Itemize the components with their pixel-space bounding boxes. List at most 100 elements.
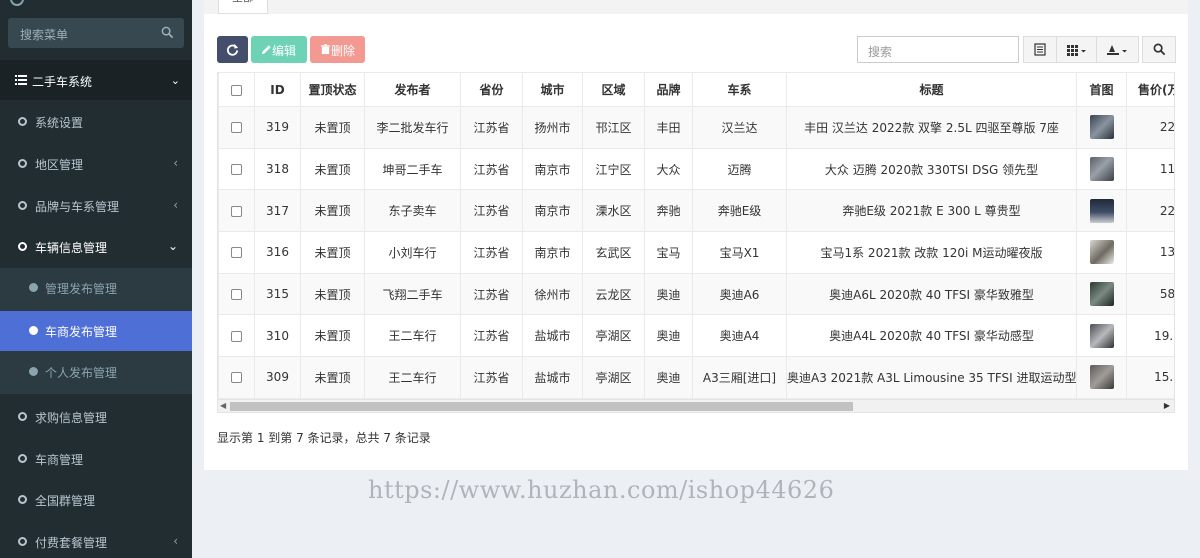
sidebar: 搜索菜单 二手车系统 ⌄ 系统设置 地区管理 ‹ 品牌与车系管理 ‹ 车辆信息管… bbox=[0, 0, 192, 558]
sidebar-subitem-personal-publish[interactable]: 个人发布管理 bbox=[0, 352, 192, 392]
table-row[interactable]: 318 未置顶 坤哥二手车 江苏省 南京市 江宁区 大众 迈腾 大众 迈腾 20… bbox=[218, 147, 1174, 191]
table-search-placeholder: 搜索 bbox=[868, 45, 893, 59]
search-icon[interactable] bbox=[161, 26, 174, 39]
cell-price: 11 bbox=[1126, 147, 1174, 191]
sidebar-item-system-settings[interactable]: 系统设置 bbox=[0, 101, 192, 142]
scroll-right-icon[interactable]: ▶ bbox=[1164, 401, 1170, 410]
scroll-left-icon[interactable]: ◀ bbox=[220, 401, 226, 410]
toggle-view-button[interactable] bbox=[1023, 36, 1057, 63]
cell-area: 亭湖区 bbox=[582, 314, 645, 358]
column-header[interactable]: 售价(万元) bbox=[1126, 72, 1174, 107]
sidebar-subitem-dealer-publish[interactable]: 车商发布管理 bbox=[0, 311, 192, 351]
sidebar-item-group[interactable]: 全国群管理 bbox=[0, 479, 192, 520]
column-header[interactable]: 标题 bbox=[786, 72, 1077, 107]
row-select-cell[interactable] bbox=[218, 147, 255, 191]
row-checkbox[interactable] bbox=[231, 122, 242, 134]
cell-thumb[interactable] bbox=[1076, 356, 1127, 399]
pencil-icon bbox=[261, 45, 271, 55]
car-thumbnail[interactable] bbox=[1089, 115, 1114, 140]
sidebar-subitem-admin-publish[interactable]: 管理发布管理 bbox=[0, 268, 192, 308]
cell-id: 318 bbox=[254, 147, 301, 191]
sidebar-item-label: 车辆信息管理 bbox=[35, 241, 108, 255]
table-search-input[interactable]: 搜索 bbox=[857, 36, 1019, 63]
cell-price: 13 bbox=[1126, 231, 1174, 274]
cell-id: 309 bbox=[254, 356, 301, 399]
advanced-search-button[interactable] bbox=[1142, 36, 1176, 63]
sidebar-item-purchase-info[interactable]: 求购信息管理 bbox=[0, 396, 192, 437]
row-checkbox[interactable] bbox=[231, 205, 242, 217]
circle-icon bbox=[18, 454, 27, 463]
cell-publisher: 坤哥二手车 bbox=[364, 147, 461, 191]
car-thumbnail[interactable] bbox=[1089, 157, 1114, 182]
row-checkbox[interactable] bbox=[231, 289, 242, 301]
column-header[interactable]: 车系 bbox=[692, 72, 787, 107]
cell-province: 江苏省 bbox=[460, 356, 523, 399]
search-icon bbox=[1153, 43, 1166, 56]
sidebar-item-paid-plan[interactable]: 付费套餐管理 ‹ bbox=[0, 521, 192, 558]
row-select-cell[interactable] bbox=[218, 189, 255, 233]
column-header[interactable]: 发布者 bbox=[364, 72, 461, 107]
cell-thumb[interactable] bbox=[1076, 231, 1127, 274]
column-header[interactable]: ID bbox=[254, 72, 301, 107]
horizontal-scrollbar[interactable]: ◀ ▶ bbox=[217, 399, 1175, 413]
row-select-cell[interactable] bbox=[218, 272, 255, 316]
edit-button[interactable]: 编辑 bbox=[251, 36, 307, 63]
car-thumbnail[interactable] bbox=[1089, 365, 1114, 390]
table-row[interactable]: 319 未置顶 李二批发车行 江苏省 扬州市 邗江区 丰田 汉兰达 丰田 汉兰达… bbox=[218, 106, 1174, 149]
table-row[interactable]: 317 未置顶 东子卖车 江苏省 南京市 溧水区 奔驰 奔驰E级 奔驰E级 20… bbox=[218, 189, 1174, 233]
cell-province: 江苏省 bbox=[460, 314, 523, 358]
cell-id: 310 bbox=[254, 314, 301, 358]
tab-all[interactable]: 全部 bbox=[218, 0, 268, 14]
column-header[interactable]: 首图 bbox=[1076, 72, 1127, 107]
menu-header-used-car-system[interactable]: 二手车系统 ⌄ bbox=[0, 60, 192, 100]
row-checkbox[interactable] bbox=[231, 372, 242, 384]
column-header[interactable]: 省份 bbox=[460, 72, 523, 107]
chevron-left-icon: ‹ bbox=[173, 534, 178, 548]
column-header[interactable]: 城市 bbox=[522, 72, 583, 107]
select-all-checkbox[interactable] bbox=[231, 84, 242, 96]
row-checkbox[interactable] bbox=[231, 330, 242, 342]
delete-button[interactable]: 删除 bbox=[310, 36, 365, 63]
columns-dropdown-button[interactable] bbox=[1056, 36, 1097, 63]
sidebar-item-dealer[interactable]: 车商管理 bbox=[0, 438, 192, 479]
sidebar-item-label: 全国群管理 bbox=[35, 494, 96, 508]
sidebar-item-brand-series[interactable]: 品牌与车系管理 ‹ bbox=[0, 185, 192, 226]
car-thumbnail[interactable] bbox=[1089, 282, 1114, 307]
cell-province: 江苏省 bbox=[460, 272, 523, 316]
cell-thumb[interactable] bbox=[1076, 106, 1127, 149]
sidebar-item-region[interactable]: 地区管理 ‹ bbox=[0, 143, 192, 184]
cell-price: 15.9 bbox=[1126, 356, 1174, 399]
car-thumbnail[interactable] bbox=[1089, 198, 1114, 223]
table-row[interactable]: 316 未置顶 小刘车行 江苏省 南京市 玄武区 宝马 宝马X1 宝马1系 20… bbox=[218, 231, 1174, 274]
sidebar-search-input[interactable]: 搜索菜单 bbox=[8, 18, 184, 48]
select-all-cell[interactable] bbox=[218, 72, 255, 107]
cell-id: 317 bbox=[254, 189, 301, 233]
cell-thumb[interactable] bbox=[1076, 272, 1127, 316]
scrollbar-thumb[interactable] bbox=[230, 402, 853, 411]
row-select-cell[interactable] bbox=[218, 106, 255, 149]
row-select-cell[interactable] bbox=[218, 231, 255, 274]
column-header[interactable]: 置顶状态 bbox=[300, 72, 365, 107]
cell-price: 19.5 bbox=[1126, 314, 1174, 358]
sidebar-item-vehicle-info[interactable]: 车辆信息管理 ⌄ bbox=[0, 226, 192, 267]
cell-thumb[interactable] bbox=[1076, 147, 1127, 191]
circle-icon bbox=[18, 242, 27, 251]
car-thumbnail[interactable] bbox=[1089, 323, 1114, 348]
column-header[interactable]: 品牌 bbox=[644, 72, 693, 107]
cell-series: 迈腾 bbox=[692, 147, 787, 191]
export-icon bbox=[1107, 45, 1127, 55]
row-select-cell[interactable] bbox=[218, 314, 255, 358]
table-row[interactable]: 315 未置顶 飞翔二手车 江苏省 徐州市 云龙区 奥迪 奥迪A6 奥迪A6L … bbox=[218, 272, 1174, 316]
row-select-cell[interactable] bbox=[218, 356, 255, 399]
refresh-button[interactable] bbox=[217, 36, 248, 63]
table-row[interactable]: 309 未置顶 王二车行 江苏省 盐城市 亭湖区 奥迪 A3三厢[进口] 奥迪A… bbox=[218, 356, 1174, 399]
export-dropdown-button[interactable] bbox=[1096, 36, 1139, 63]
row-checkbox[interactable] bbox=[231, 164, 242, 176]
table-row[interactable]: 310 未置顶 王二车行 江苏省 盐城市 亭湖区 奥迪 奥迪A4 奥迪A4L 2… bbox=[218, 314, 1174, 358]
column-header[interactable]: 区域 bbox=[582, 72, 645, 107]
row-checkbox[interactable] bbox=[231, 247, 242, 259]
cell-thumb[interactable] bbox=[1076, 189, 1127, 233]
car-thumbnail[interactable] bbox=[1089, 240, 1114, 265]
cell-title: 奥迪A6L 2020款 40 TFSI 豪华致雅型 bbox=[786, 272, 1077, 316]
cell-thumb[interactable] bbox=[1076, 314, 1127, 358]
